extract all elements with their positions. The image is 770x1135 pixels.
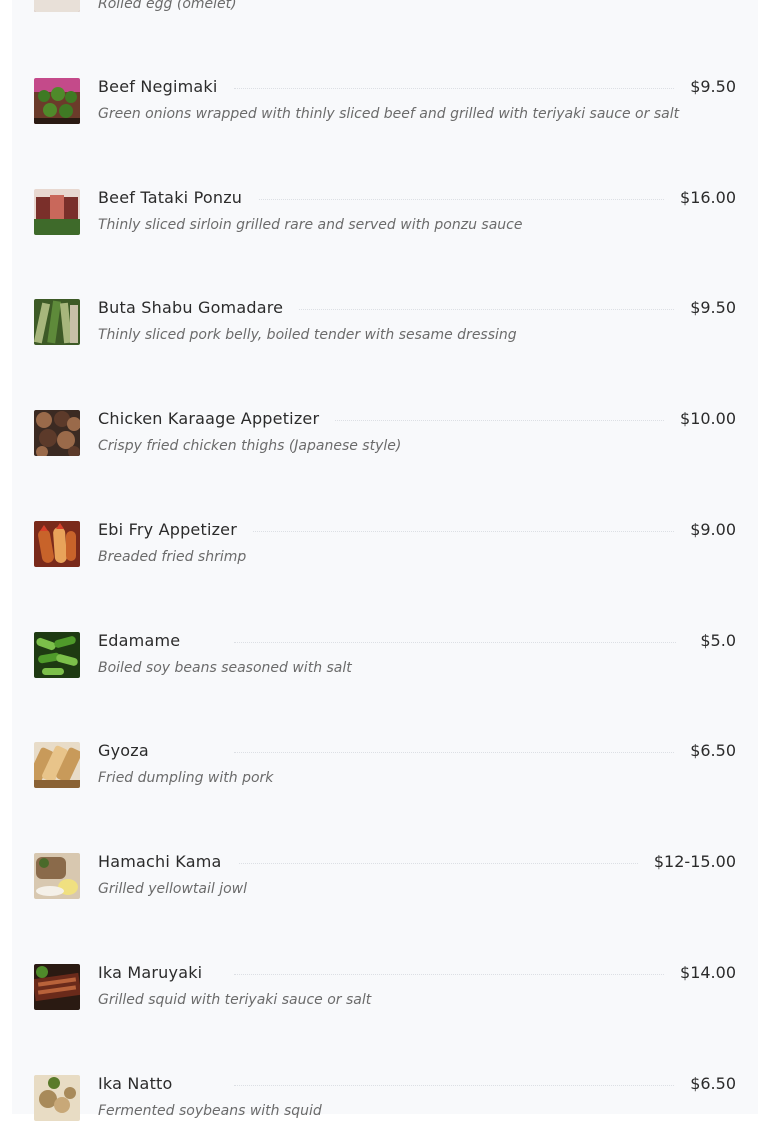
- menu-item-description: Grilled yellowtail jowl: [98, 881, 248, 897]
- menu-item-description: Fermented soybeans with squid: [98, 1103, 322, 1119]
- menu-item-price: $14.00: [664, 963, 736, 983]
- menu-item-photo: [34, 299, 80, 345]
- menu-item-name: Hamachi Kama: [98, 852, 238, 872]
- menu-item[interactable]: Chicken Karaage Appetizer $10.00 Crispy …: [34, 409, 736, 470]
- menu-item-name: Edamame: [98, 631, 197, 651]
- food-photo-icon: [34, 189, 80, 235]
- menu-item-name: Ika Maruyaki: [98, 963, 219, 983]
- menu-item-price: $6.50: [674, 1074, 736, 1094]
- menu-item-description: Green onions wrapped with thinly sliced …: [98, 106, 680, 122]
- menu-item-price: $16.00: [664, 188, 736, 208]
- menu-item-name: Buta Shabu Gomadare: [98, 298, 300, 318]
- menu-item-photo: [34, 964, 80, 1010]
- menu-item-price: $9.50: [674, 77, 736, 97]
- menu-item-price: $5.0: [684, 631, 736, 651]
- menu-item-photo-partial[interactable]: [34, 0, 80, 12]
- menu-item-photo: [34, 410, 80, 456]
- menu-item-price: $6.50: [674, 741, 736, 761]
- menu-item-description-partial: Rolled egg (omelet): [98, 0, 237, 12]
- menu-item-photo: [34, 1075, 80, 1121]
- dotted-leader: [234, 531, 676, 532]
- food-photo-icon: [34, 742, 80, 788]
- menu-item-name: Ebi Fry Appetizer: [98, 520, 254, 540]
- menu-item-name: Gyoza: [98, 741, 165, 761]
- menu-item[interactable]: Ika Maruyaki $14.00 Grilled squid with t…: [34, 963, 736, 1024]
- menu-item[interactable]: Beef Negimaki $9.50 Green onions wrapped…: [34, 77, 736, 138]
- menu-item-description: Grilled squid with teriyaki sauce or sal…: [98, 992, 372, 1008]
- food-photo-icon: [34, 299, 80, 345]
- food-photo-icon: [34, 410, 80, 456]
- menu-item-photo: [34, 853, 80, 899]
- menu-item-price: $12-15.00: [637, 852, 736, 872]
- dotted-leader: [234, 1085, 676, 1086]
- menu-item-description: Fried dumpling with pork: [98, 770, 274, 786]
- food-photo-icon: [34, 521, 80, 567]
- menu-item-photo: [34, 189, 80, 235]
- dotted-leader: [234, 309, 676, 310]
- menu-item[interactable]: Edamame $5.0 Boiled soy beans seasoned w…: [34, 631, 736, 692]
- dotted-leader: [234, 88, 676, 89]
- dotted-leader: [234, 863, 676, 864]
- menu-item-name: Beef Negimaki: [98, 77, 234, 97]
- menu-item-photo: [34, 742, 80, 788]
- menu-item-description: Crispy fried chicken thighs (Japanese st…: [98, 438, 402, 454]
- menu-item-description: Thinly sliced sirloin grilled rare and s…: [98, 217, 523, 233]
- menu-list: Rolled egg (omelet) Beef Negimaki $9.50 …: [0, 0, 770, 1121]
- menu-item-name: Beef Tataki Ponzu: [98, 188, 259, 208]
- menu-item-description: Thinly sliced pork belly, boiled tender …: [98, 327, 517, 343]
- menu-item-price: $9.50: [674, 298, 736, 318]
- menu-item[interactable]: Ebi Fry Appetizer $9.00 Breaded fried sh…: [34, 520, 736, 581]
- food-photo-icon: [34, 78, 80, 124]
- menu-item[interactable]: Beef Tataki Ponzu $16.00 Thinly sliced s…: [34, 188, 736, 249]
- menu-item[interactable]: Ika Natto $6.50 Fermented soybeans with …: [34, 1074, 736, 1135]
- menu-item-description: Breaded fried shrimp: [98, 549, 247, 565]
- menu-item-name: Chicken Karaage Appetizer: [98, 409, 336, 429]
- menu-item[interactable]: Hamachi Kama $12-15.00 Grilled yellowtai…: [34, 852, 736, 913]
- dotted-leader: [234, 642, 676, 643]
- food-photo-icon: [34, 632, 80, 678]
- menu-item-name: Ika Natto: [98, 1074, 189, 1094]
- food-photo-icon: [34, 0, 80, 12]
- menu-item-price: $9.00: [674, 520, 736, 540]
- menu-item-photo: [34, 78, 80, 124]
- menu-item[interactable]: Gyoza $6.50 Fried dumpling with pork: [34, 741, 736, 802]
- menu-item-description: Boiled soy beans seasoned with salt: [98, 660, 352, 676]
- food-photo-icon: [34, 853, 80, 899]
- menu-item-photo: [34, 521, 80, 567]
- dotted-leader: [234, 199, 676, 200]
- menu-item-price: $10.00: [664, 409, 736, 429]
- menu-item[interactable]: Buta Shabu Gomadare $9.50 Thinly sliced …: [34, 298, 736, 359]
- dotted-leader: [234, 974, 676, 975]
- food-photo-icon: [34, 1075, 80, 1121]
- dotted-leader: [234, 752, 676, 753]
- food-photo-icon: [34, 964, 80, 1010]
- menu-item-photo: [34, 632, 80, 678]
